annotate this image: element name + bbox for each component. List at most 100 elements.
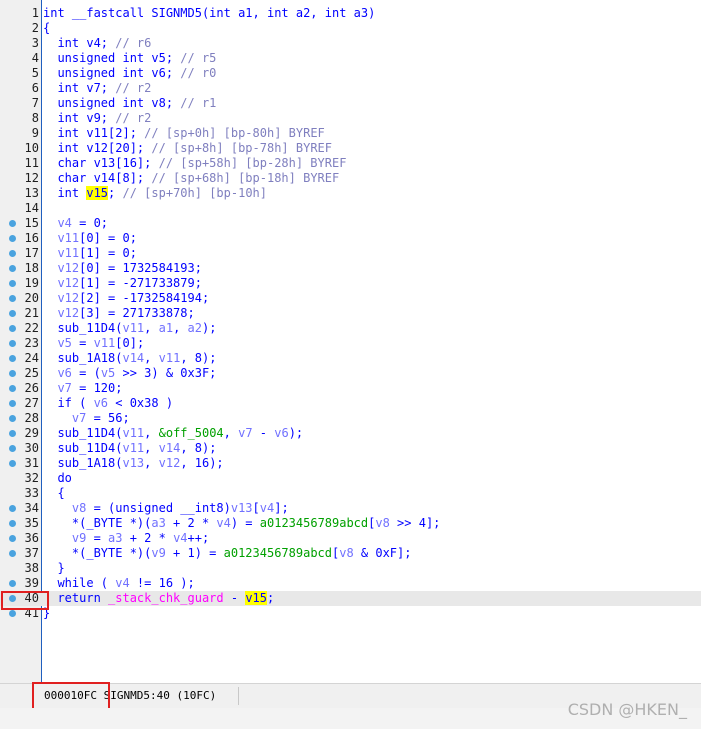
breakpoint-dot-icon[interactable]: [9, 295, 16, 302]
code-line[interactable]: 11 char v13[16]; // [sp+58h] [bp-28h] BY…: [0, 156, 701, 171]
breakpoint-dot-icon[interactable]: [9, 340, 16, 347]
breakpoint-dot-icon[interactable]: [9, 445, 16, 452]
breakpoint-dot-icon[interactable]: [9, 250, 16, 257]
line-number: 30: [24, 441, 39, 455]
code-line[interactable]: 14: [0, 201, 701, 216]
code-line[interactable]: 33 {: [0, 486, 701, 501]
code-token: a3: [108, 531, 123, 545]
code-line[interactable]: 29 sub_11D4(v11, &off_5004, v7 - v6);: [0, 426, 701, 441]
code-line[interactable]: 22 sub_11D4(v11, a1, a2);: [0, 321, 701, 336]
code-line[interactable]: 40 return _stack_chk_guard - v15;: [0, 591, 701, 606]
code-token: [3] = 271733878;: [79, 306, 195, 320]
code-line[interactable]: 16 v11[0] = 0;: [0, 231, 701, 246]
code-line[interactable]: 13 int v15; // [sp+70h] [bp-10h]: [0, 186, 701, 201]
line-number: 7: [31, 96, 39, 110]
line-number: 39: [24, 576, 39, 590]
code-line[interactable]: 25 v6 = (v5 >> 3) & 0x3F;: [0, 366, 701, 381]
code-line[interactable]: 1 int __fastcall SIGNMD5(int a1, int a2, …: [0, 6, 701, 21]
code-text: v12[2] = -1732584194;: [43, 291, 209, 306]
breakpoint-dot-icon[interactable]: [9, 370, 16, 377]
breakpoint-dot-icon[interactable]: [9, 325, 16, 332]
code-line[interactable]: 32 do: [0, 471, 701, 486]
breakpoint-dot-icon[interactable]: [9, 520, 16, 527]
code-line[interactable]: 31 sub_1A18(v13, v12, 16);: [0, 456, 701, 471]
code-line[interactable]: 20 v12[2] = -1732584194;: [0, 291, 701, 306]
breakpoint-dot-icon[interactable]: [9, 265, 16, 272]
line-number: 35: [24, 516, 39, 530]
code-token: v13: [230, 501, 253, 515]
code-line[interactable]: 38 }: [0, 561, 701, 576]
code-text: sub_11D4(v11, &off_5004, v7 - v6);: [43, 426, 303, 441]
code-token: // r2: [115, 111, 152, 125]
code-token: char v13[16];: [43, 156, 159, 170]
breakpoint-dot-icon[interactable]: [9, 235, 16, 242]
code-token: a1: [158, 321, 174, 335]
code-text: int v15; // [sp+70h] [bp-10h]: [43, 186, 267, 201]
code-text: int __fastcall SIGNMD5(int a1, int a2, i…: [43, 6, 375, 21]
line-number: 16: [24, 231, 39, 245]
breakpoint-dot-icon[interactable]: [9, 610, 16, 617]
breakpoint-dot-icon[interactable]: [9, 280, 16, 287]
code-line[interactable]: 12 char v14[8]; // [sp+68h] [bp-18h] BYR…: [0, 171, 701, 186]
breakpoint-dot-icon[interactable]: [9, 355, 16, 362]
code-line[interactable]: 19 v12[1] = -271733879;: [0, 276, 701, 291]
line-number: 26: [24, 381, 39, 395]
code-line[interactable]: 3 int v4; // r6: [0, 36, 701, 51]
code-line[interactable]: 34 v8 = (unsigned __int8)v13[v4];: [0, 501, 701, 516]
code-token: v4: [259, 501, 275, 515]
line-number: 8: [31, 111, 39, 125]
code-token: v9: [71, 531, 87, 545]
breakpoint-dot-icon[interactable]: [9, 535, 16, 542]
breakpoint-dot-icon[interactable]: [9, 505, 16, 512]
code-line[interactable]: 26 v7 = 120;: [0, 381, 701, 396]
code-line[interactable]: 2{: [0, 21, 701, 36]
code-token: + 2 *: [165, 516, 217, 530]
breakpoint-dot-icon[interactable]: [9, 460, 16, 467]
code-line[interactable]: 15 v4 = 0;: [0, 216, 701, 231]
code-line[interactable]: 6 int v7; // r2: [0, 81, 701, 96]
breakpoint-dot-icon[interactable]: [9, 430, 16, 437]
code-token: v11: [57, 246, 80, 260]
code-text: v6 = (v5 >> 3) & 0x3F;: [43, 366, 216, 381]
code-text: int v11[2]; // [sp+0h] [bp-80h] BYREF: [43, 126, 325, 141]
code-line[interactable]: 17 v11[1] = 0;: [0, 246, 701, 261]
code-line[interactable]: 7 unsigned int v8; // r1: [0, 96, 701, 111]
code-line[interactable]: 21 v12[3] = 271733878;: [0, 306, 701, 321]
code-line[interactable]: 24 sub_1A18(v14, v11, 8);: [0, 351, 701, 366]
breakpoint-dot-icon[interactable]: [9, 220, 16, 227]
code-token: [0] = 0;: [79, 231, 137, 245]
code-text: int v12[20]; // [sp+8h] [bp-78h] BYREF: [43, 141, 332, 156]
code-line[interactable]: 27 if ( v6 < 0x38 ): [0, 396, 701, 411]
code-line[interactable]: 8 int v9; // r2: [0, 111, 701, 126]
code-line[interactable]: 41}: [0, 606, 701, 621]
code-line[interactable]: 35 *(_BYTE *)(a3 + 2 * v4) = a0123456789…: [0, 516, 701, 531]
code-line[interactable]: 9 int v11[2]; // [sp+0h] [bp-80h] BYREF: [0, 126, 701, 141]
breakpoint-dot-icon[interactable]: [9, 580, 16, 587]
code-token: );: [201, 321, 217, 335]
code-token: v11: [122, 441, 145, 455]
breakpoint-dot-icon[interactable]: [9, 415, 16, 422]
code-line[interactable]: 23 v5 = v11[0];: [0, 336, 701, 351]
code-line[interactable]: 4 unsigned int v5; // r5: [0, 51, 701, 66]
code-line[interactable]: 5 unsigned int v6; // r0: [0, 66, 701, 81]
code-line[interactable]: 37 *(_BYTE *)(v9 + 1) = a0123456789abcd[…: [0, 546, 701, 561]
code-token: ;: [108, 186, 123, 200]
breakpoint-dot-icon[interactable]: [9, 385, 16, 392]
breakpoint-dot-icon[interactable]: [9, 400, 16, 407]
code-text: int v4; // r6: [43, 36, 151, 51]
code-text: int v7; // r2: [43, 81, 151, 96]
breakpoint-dot-icon[interactable]: [9, 310, 16, 317]
code-token: v14: [158, 441, 181, 455]
code-token: // [sp+0h] [bp-80h] BYREF: [144, 126, 325, 140]
code-line[interactable]: 10 int v12[20]; // [sp+8h] [bp-78h] BYRE…: [0, 141, 701, 156]
code-line[interactable]: 30 sub_11D4(v11, v14, 8);: [0, 441, 701, 456]
code-line[interactable]: 18 v12[0] = 1732584193;: [0, 261, 701, 276]
code-line[interactable]: 39 while ( v4 != 16 );: [0, 576, 701, 591]
breakpoint-dot-icon[interactable]: [9, 550, 16, 557]
code-line[interactable]: 36 v9 = a3 + 2 * v4++;: [0, 531, 701, 546]
line-number: 19: [24, 276, 39, 290]
code-line[interactable]: 28 v7 = 56;: [0, 411, 701, 426]
